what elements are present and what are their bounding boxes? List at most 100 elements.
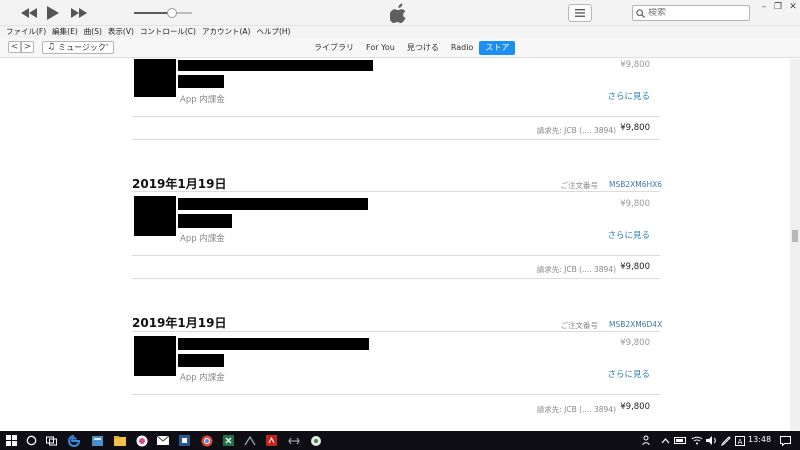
task-view-icon[interactable]	[45, 434, 58, 447]
search-box[interactable]	[632, 5, 750, 21]
divider	[132, 191, 660, 192]
redacted-subtitle	[178, 354, 224, 367]
see-more-link[interactable]: さらに見る	[607, 90, 650, 102]
divider	[132, 394, 660, 395]
music-note-icon: ♫	[47, 42, 56, 52]
app-thumbnail	[134, 336, 176, 376]
calculator-icon[interactable]	[91, 434, 104, 447]
menu-controls[interactable]: コントロール(C)	[140, 26, 196, 38]
menu-edit[interactable]: 編集(E)	[52, 26, 78, 38]
menu-help[interactable]: ヘルプ(H)	[256, 26, 290, 38]
search-input[interactable]	[645, 8, 741, 18]
chevron-up-icon[interactable]	[659, 434, 672, 447]
menu-bar: ファイル(F) 編集(E) 曲(S) 表示(V) コントロール(C) アカウント…	[0, 26, 800, 38]
up-next-button[interactable]	[568, 4, 592, 22]
divider	[132, 331, 660, 332]
tab-radio[interactable]: Radio	[445, 41, 479, 55]
search-icon	[636, 8, 645, 18]
close-button[interactable]: ✕	[786, 1, 800, 13]
volume-knob[interactable]	[166, 8, 177, 18]
play-icon	[47, 6, 59, 20]
item-type: App 内課金	[180, 234, 225, 244]
start-button[interactable]	[5, 434, 18, 447]
app-icon[interactable]	[309, 434, 322, 447]
back-button[interactable]: <	[8, 41, 21, 53]
redacted-subtitle	[178, 75, 224, 88]
redacted-title	[178, 338, 369, 350]
tab-for-you[interactable]: For You	[360, 41, 401, 55]
pen-icon[interactable]	[719, 434, 732, 447]
maximize-button[interactable]: ❐	[771, 1, 785, 13]
order-total: ¥9,800	[620, 262, 650, 272]
play-button[interactable]	[44, 5, 62, 21]
navigation-bar: < > ♫ ミュージック ⌃ ライブラリ For You 見つける Radio …	[0, 38, 800, 58]
acrobat-icon[interactable]	[265, 434, 278, 447]
excel-icon[interactable]	[222, 434, 235, 447]
file-explorer-icon[interactable]	[113, 434, 126, 447]
item-type: App 内課金	[180, 373, 225, 383]
previous-track-button[interactable]	[18, 5, 40, 21]
battery-icon[interactable]	[674, 434, 687, 447]
order-card: 2019年1月19日 ご注文番号 MSB2XM6D4X App 内課金 ¥9,8…	[132, 314, 663, 424]
menu-song[interactable]: 曲(S)	[84, 26, 102, 38]
see-more-link[interactable]: さらに見る	[607, 368, 650, 380]
system-clock[interactable]: 13:48	[748, 435, 771, 444]
order-date: 2019年1月19日	[132, 177, 227, 191]
item-price: ¥9,800	[620, 60, 650, 70]
itunes-icon[interactable]	[135, 434, 148, 447]
order-total: ¥9,800	[620, 402, 650, 412]
minimize-button[interactable]: –	[757, 1, 771, 13]
search-icon[interactable]	[25, 434, 38, 447]
media-type-label: ミュージック	[58, 43, 106, 52]
network-tool-icon[interactable]	[287, 434, 300, 447]
item-type: App 内課金	[180, 95, 225, 105]
utility-icon[interactable]	[243, 434, 256, 447]
order-number: MSB2XM6D4X	[609, 320, 663, 329]
order-number: MSB2XM6HX6	[609, 180, 663, 189]
chrome-icon[interactable]	[200, 434, 213, 447]
purchase-history: App 内課金 ¥9,800 さらに見る 請求先: JCB (.... 3894…	[0, 59, 790, 431]
volume-slider[interactable]	[134, 8, 192, 18]
edge-icon[interactable]	[67, 434, 80, 447]
chevron-updown-icon: ⌃	[104, 43, 110, 51]
list-icon	[575, 9, 585, 17]
redacted-title	[178, 60, 373, 71]
mail-icon[interactable]	[156, 434, 169, 447]
forward-button[interactable]: >	[21, 41, 34, 53]
order-total: ¥9,800	[620, 123, 650, 133]
word-icon[interactable]	[178, 434, 191, 447]
windows-logo-icon	[6, 435, 17, 446]
order-number-label: ご注文番号	[560, 321, 599, 330]
menu-view[interactable]: 表示(V)	[108, 26, 134, 38]
see-more-link[interactable]: さらに見る	[607, 229, 650, 241]
divider	[132, 116, 660, 117]
divider	[132, 255, 660, 256]
app-thumbnail	[134, 59, 176, 97]
app-thumbnail	[134, 196, 176, 236]
scroll-thumb[interactable]	[792, 230, 798, 242]
player-bar: – ❐ ✕	[0, 0, 800, 26]
order-card: 2019年1月19日 ご注文番号 MSB2XM6HX6 App 内課金 ¥9,8…	[132, 174, 663, 282]
media-type-select[interactable]: ♫ ミュージック ⌃	[42, 41, 114, 54]
menu-file[interactable]: ファイル(F)	[6, 26, 46, 38]
volume-icon[interactable]	[705, 434, 718, 447]
section-tabs: ライブラリ For You 見つける Radio ストア	[308, 41, 516, 55]
billing-info: 請求先: JCB (.... 3894)	[536, 126, 616, 135]
vertical-scrollbar[interactable]	[790, 59, 800, 431]
fast-forward-icon	[71, 8, 87, 18]
next-track-button[interactable]	[68, 5, 90, 21]
ime-icon[interactable]: A	[733, 434, 746, 447]
wifi-icon[interactable]	[690, 434, 703, 447]
billing-info: 請求先: JCB (.... 3894)	[536, 405, 616, 414]
notifications-icon[interactable]	[779, 434, 792, 447]
people-icon[interactable]	[641, 434, 654, 447]
billing-info: 請求先: JCB (.... 3894)	[536, 265, 616, 274]
redacted-title	[178, 198, 368, 210]
apple-logo-icon	[389, 3, 408, 23]
order-card: App 内課金 ¥9,800 さらに見る 請求先: JCB (.... 3894…	[132, 59, 660, 144]
tab-browse[interactable]: 見つける	[401, 41, 445, 55]
tab-store[interactable]: ストア	[479, 41, 516, 55]
tab-library[interactable]: ライブラリ	[308, 41, 360, 55]
menu-account[interactable]: アカウント(A)	[202, 26, 250, 38]
divider	[132, 278, 660, 279]
